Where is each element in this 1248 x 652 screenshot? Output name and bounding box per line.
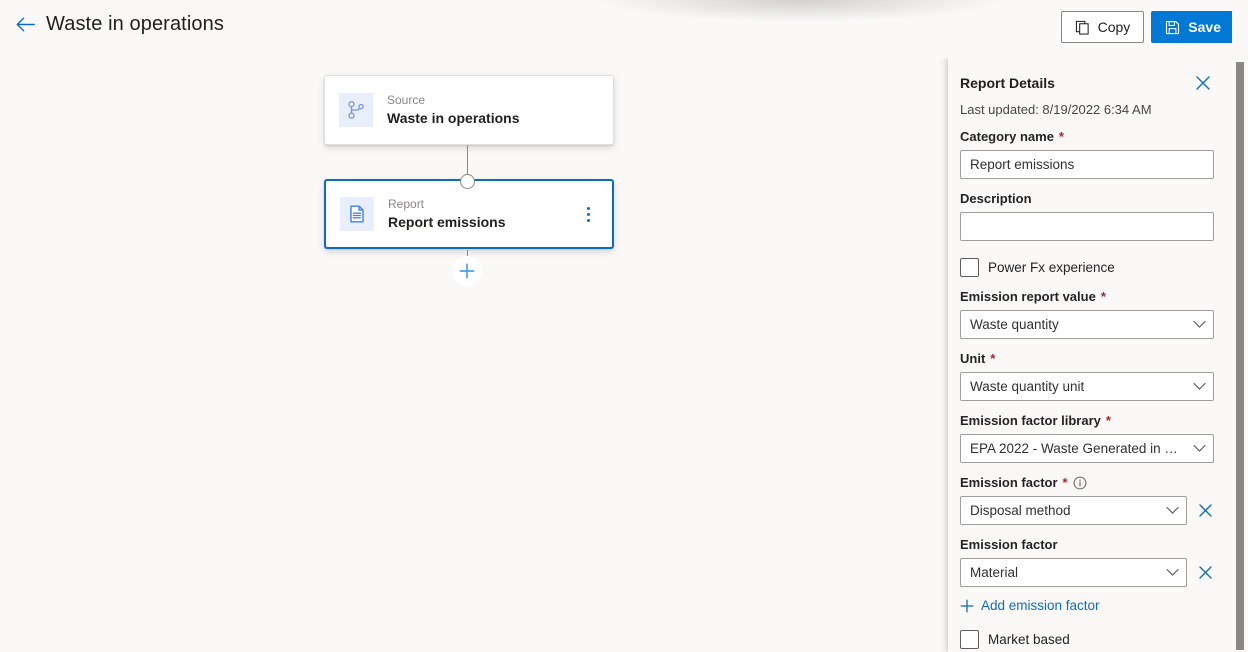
top-command-bar: Waste in operations Copy Save <box>0 0 1248 58</box>
flow-node-report[interactable]: Report Report emissions <box>324 179 614 249</box>
chevron-down-icon <box>1193 320 1206 329</box>
copy-button-label: Copy <box>1097 19 1131 35</box>
flow-node-name: Report emissions <box>388 214 506 230</box>
description-input[interactable] <box>960 212 1214 241</box>
chevron-down-icon <box>1166 568 1179 577</box>
flow-node-source[interactable]: Source Waste in operations <box>324 75 614 145</box>
market-based-checkbox[interactable] <box>960 630 979 649</box>
app-root: Waste in operations Copy Save Source Was… <box>0 0 1248 652</box>
clear-x-icon[interactable] <box>1197 502 1214 519</box>
description-label-text: Description <box>960 191 1032 206</box>
emission-report-value-dropdown[interactable]: Waste quantity <box>960 310 1214 339</box>
required-asterisk: * <box>1062 475 1068 490</box>
add-step-button[interactable] <box>452 256 482 286</box>
flow-node-kind: Report <box>388 197 425 211</box>
plus-icon <box>458 262 476 280</box>
required-asterisk: * <box>1100 289 1106 304</box>
category-name-label: Category name * <box>960 129 1214 145</box>
emission-factor-2-label-text: Emission factor <box>960 537 1058 552</box>
emission-factor-1-dropdown[interactable]: Disposal method <box>960 496 1187 525</box>
field-emission-factor-1: Emission factor * Disposal method <box>960 475 1214 525</box>
add-emission-factor-button[interactable]: Add emission factor <box>960 598 1214 613</box>
field-emission-factor-2: Emission factor Material <box>960 537 1214 587</box>
category-name-input[interactable]: Report emissions <box>960 150 1214 179</box>
power-fx-label: Power Fx experience <box>988 260 1115 275</box>
flow-node-kind: Source <box>387 93 426 107</box>
required-asterisk: * <box>1058 129 1064 144</box>
info-icon[interactable] <box>1073 476 1087 490</box>
emission-report-value-label-text: Emission report value <box>960 289 1096 304</box>
flow-node-name: Waste in operations <box>387 110 520 126</box>
field-emission-report-value: Emission report value * Waste quantity <box>960 289 1214 339</box>
emission-factor-2-selected: Material <box>970 565 1019 580</box>
chevron-down-icon <box>1193 382 1206 391</box>
emission-report-value-label: Emission report value * <box>960 289 1214 305</box>
emission-factor-1-row: Disposal method <box>960 496 1214 525</box>
flow-canvas[interactable]: Source Waste in operations Report Report… <box>0 58 948 652</box>
copy-icon <box>1075 20 1090 35</box>
unit-dropdown[interactable]: Waste quantity unit <box>960 372 1214 401</box>
branch-icon <box>339 93 373 127</box>
document-report-icon <box>340 197 374 231</box>
unit-label: Unit * <box>960 351 1214 367</box>
chevron-down-icon <box>1166 506 1179 515</box>
panel-header: Report Details <box>960 58 1214 94</box>
market-based-label: Market based <box>988 632 1070 647</box>
field-description: Description <box>960 191 1214 241</box>
flow-node-report-text: Report Report emissions <box>388 197 578 231</box>
breadcrumb: Waste in operations <box>14 13 224 36</box>
vertical-scrollbar-thumb[interactable] <box>1236 62 1244 650</box>
flow-connector-dot <box>460 174 475 189</box>
unit-label-text: Unit <box>960 351 986 366</box>
save-floppy-icon <box>1165 20 1180 35</box>
unit-selected: Waste quantity unit <box>970 379 1085 394</box>
page-title: Waste in operations <box>46 13 224 35</box>
category-name-value: Report emissions <box>970 157 1075 172</box>
emission-report-value-selected: Waste quantity <box>970 317 1059 332</box>
save-button-label: Save <box>1188 19 1221 35</box>
copy-button[interactable]: Copy <box>1060 11 1145 43</box>
emission-factor-1-label-text: Emission factor <box>960 475 1058 490</box>
emission-factor-2-row: Material <box>960 558 1214 587</box>
save-button[interactable]: Save <box>1151 11 1235 43</box>
market-based-checkbox-row[interactable]: Market based <box>960 630 1214 649</box>
emission-factor-library-label: Emission factor library * <box>960 413 1214 429</box>
clear-x-icon[interactable] <box>1197 564 1214 581</box>
plus-icon <box>960 599 974 613</box>
last-updated-text: Last updated: 8/19/2022 6:34 AM <box>960 102 1152 117</box>
report-details-panel: Report Details Last updated: 8/19/2022 6… <box>948 58 1236 652</box>
emission-factor-1-label: Emission factor * <box>960 475 1214 491</box>
field-unit: Unit * Waste quantity unit <box>960 351 1214 401</box>
chevron-down-icon <box>1193 444 1206 453</box>
power-fx-checkbox-row[interactable]: Power Fx experience <box>960 258 1214 277</box>
add-emission-factor-label: Add emission factor <box>981 598 1100 613</box>
flow-node-source-text: Source Waste in operations <box>387 93 599 127</box>
required-asterisk: * <box>990 351 996 366</box>
field-category-name: Category name * Report emissions <box>960 129 1214 179</box>
emission-factor-library-dropdown[interactable]: EPA 2022 - Waste Generated in Opera... <box>960 434 1214 463</box>
close-icon[interactable] <box>1192 72 1214 94</box>
emission-factor-1-selected: Disposal method <box>970 503 1071 518</box>
more-options-icon[interactable] <box>578 200 598 228</box>
emission-factor-2-label: Emission factor <box>960 537 1214 553</box>
top-actions: Copy Save <box>1060 11 1235 43</box>
emission-factor-library-label-text: Emission factor library <box>960 413 1101 428</box>
field-emission-factor-library: Emission factor library * EPA 2022 - Was… <box>960 413 1214 463</box>
panel-title: Report Details <box>960 75 1055 91</box>
power-fx-checkbox[interactable] <box>960 258 979 277</box>
back-arrow-icon[interactable] <box>14 14 36 36</box>
category-name-label-text: Category name <box>960 129 1054 144</box>
description-label: Description <box>960 191 1214 207</box>
emission-factor-library-selected: EPA 2022 - Waste Generated in Opera... <box>970 441 1187 456</box>
emission-factor-2-dropdown[interactable]: Material <box>960 558 1187 587</box>
header-shadow <box>600 0 1000 22</box>
required-asterisk: * <box>1105 413 1111 428</box>
